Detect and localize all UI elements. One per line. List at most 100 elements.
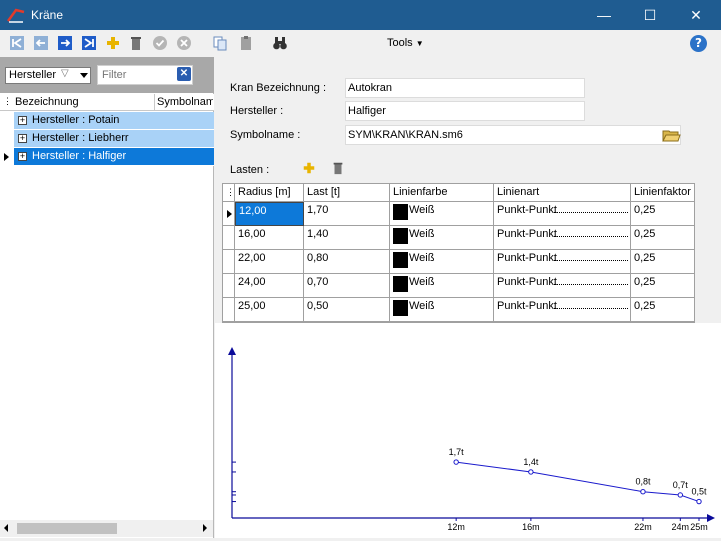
symbolname-field[interactable]: SYM\KRAN\KRAN.sm6: [345, 125, 681, 145]
color-name: Weiß: [409, 276, 435, 288]
grid-cell-radius[interactable]: 25,00: [235, 298, 304, 322]
filter-field-select[interactable]: Hersteller ▽: [5, 67, 91, 84]
tree-cell: + Hersteller : Halfiger: [14, 148, 214, 166]
grid-cell-faktor[interactable]: 0,25: [631, 274, 694, 298]
expand-icon[interactable]: +: [18, 152, 27, 161]
grid-cell-art[interactable]: Punkt-Punkt: [494, 226, 631, 250]
grid-cell-art[interactable]: Punkt-Punkt: [494, 298, 631, 322]
first-record-icon[interactable]: [9, 35, 25, 51]
delete-load-icon[interactable]: [331, 160, 345, 176]
title-bar: Kräne — ☐ ✕: [0, 0, 721, 30]
load-curve-line: [456, 461, 700, 503]
minimize-button[interactable]: —: [581, 0, 627, 30]
data-label: 0,8t: [635, 477, 651, 487]
data-point: [677, 492, 684, 498]
chevron-down-icon: [80, 73, 88, 78]
grid-cell-radius[interactable]: 22,00: [235, 250, 304, 274]
row-indicator[interactable]: [223, 298, 235, 322]
grid-cell-faktor[interactable]: 0,25: [631, 298, 694, 322]
grid-cell-farbe[interactable]: Weiß: [390, 250, 494, 274]
grid-cell-radius[interactable]: 12,00: [235, 202, 304, 226]
color-swatch: [393, 300, 408, 316]
grid-cell-faktor[interactable]: 0,25: [631, 202, 694, 226]
grid-cell-last[interactable]: 1,70: [304, 202, 390, 226]
data-point: [528, 469, 534, 475]
scroll-right-icon[interactable]: [203, 524, 207, 532]
tools-menu[interactable]: Tools ▼: [387, 37, 424, 49]
cancel-icon[interactable]: [176, 35, 192, 51]
horizontal-scrollbar[interactable]: [0, 520, 213, 537]
expand-icon[interactable]: +: [18, 116, 27, 125]
close-button[interactable]: ✕: [673, 0, 719, 30]
symbolname-label: Symbolname :: [230, 129, 301, 141]
grid-cell-last[interactable]: 0,50: [304, 298, 390, 322]
funnel-icon: ▽: [61, 68, 69, 79]
data-label: 1,7t: [449, 447, 465, 457]
load-chart: 1,7t 12m 1,4t 16m 0,8t 22m 0,7t 24m 0,5t 25m: [215, 323, 721, 538]
grid-cell-radius[interactable]: 24,00: [235, 274, 304, 298]
tree-row[interactable]: + Hersteller : Liebherr: [0, 130, 214, 148]
column-options-icon[interactable]: ⋮: [223, 184, 235, 202]
grid-cell-art[interactable]: Punkt-Punkt: [494, 250, 631, 274]
confirm-icon[interactable]: [152, 35, 168, 51]
grid-cell-radius[interactable]: 16,00: [235, 226, 304, 250]
column-options-icon[interactable]: ⋮: [3, 96, 12, 107]
line-style-name: Punkt-Punkt: [497, 276, 557, 288]
hersteller-field[interactable]: Halfiger: [345, 101, 585, 121]
column-header-radius[interactable]: Radius [m]: [235, 184, 304, 202]
column-header-linienart[interactable]: Linienart: [494, 184, 631, 202]
hersteller-label: Hersteller :: [230, 105, 284, 117]
grid-cell-art[interactable]: Punkt-Punkt: [494, 202, 631, 226]
tree-row-label: Hersteller : Liebherr: [32, 132, 129, 144]
column-header-last[interactable]: Last [t]: [304, 184, 390, 202]
grid-cell-last[interactable]: 1,40: [304, 226, 390, 250]
line-style-preview: [554, 284, 628, 285]
grid-cell-last[interactable]: 0,80: [304, 250, 390, 274]
grid-cell-farbe[interactable]: Weiß: [390, 202, 494, 226]
column-header-linienfarbe[interactable]: Linienfarbe: [390, 184, 494, 202]
grid-cell-farbe[interactable]: Weiß: [390, 298, 494, 322]
row-indicator[interactable]: [223, 274, 235, 298]
last-record-icon[interactable]: [81, 35, 97, 51]
paste-icon[interactable]: [238, 35, 254, 51]
row-indicator[interactable]: [223, 226, 235, 250]
scroll-left-icon[interactable]: [4, 524, 8, 532]
add-icon[interactable]: [105, 35, 121, 51]
tree-row-label: Hersteller : Potain: [32, 114, 120, 126]
column-header-symbolname[interactable]: Symbolname: [157, 96, 213, 108]
copy-icon[interactable]: [212, 35, 228, 51]
binoculars-icon[interactable]: [272, 35, 288, 51]
tree-row[interactable]: + Hersteller : Potain: [0, 112, 214, 130]
delete-icon[interactable]: [128, 35, 144, 51]
filter-bar: Hersteller ▽ ✕: [0, 57, 214, 93]
add-load-icon[interactable]: [302, 161, 316, 175]
column-header-linienfaktor[interactable]: Linienfaktor: [631, 184, 694, 202]
tree-row[interactable]: + Hersteller : Halfiger: [0, 148, 214, 166]
maximize-button[interactable]: ☐: [627, 0, 673, 30]
loads-grid: ⋮ Radius [m] Last [t] Linienfarbe Linien…: [222, 183, 695, 323]
x-tick-label: 16m: [522, 522, 540, 532]
row-indicator[interactable]: [223, 202, 235, 226]
grid-cell-last[interactable]: 0,70: [304, 274, 390, 298]
next-record-icon[interactable]: [57, 35, 73, 51]
row-indicator[interactable]: [223, 250, 235, 274]
color-name: Weiß: [409, 228, 435, 240]
grid-cell-art[interactable]: Punkt-Punkt: [494, 274, 631, 298]
data-label: 1,4t: [523, 457, 539, 467]
scrollbar-thumb[interactable]: [17, 523, 117, 534]
grid-cell-faktor[interactable]: 0,25: [631, 250, 694, 274]
previous-record-icon[interactable]: [33, 35, 49, 51]
column-divider: [154, 94, 155, 111]
line-style-name: Punkt-Punkt: [497, 228, 557, 240]
grid-cell-farbe[interactable]: Weiß: [390, 226, 494, 250]
expand-icon[interactable]: +: [18, 134, 27, 143]
current-row-indicator-icon: [4, 153, 9, 161]
help-icon[interactable]: ?: [690, 35, 707, 52]
line-style-name: Punkt-Punkt: [497, 300, 557, 312]
clear-filter-icon[interactable]: ✕: [177, 67, 191, 81]
column-header-bezeichnung[interactable]: Bezeichnung: [15, 96, 79, 108]
folder-open-icon[interactable]: [661, 127, 681, 143]
grid-cell-faktor[interactable]: 0,25: [631, 226, 694, 250]
grid-cell-farbe[interactable]: Weiß: [390, 274, 494, 298]
kran-bezeichnung-field[interactable]: Autokran: [345, 78, 585, 98]
